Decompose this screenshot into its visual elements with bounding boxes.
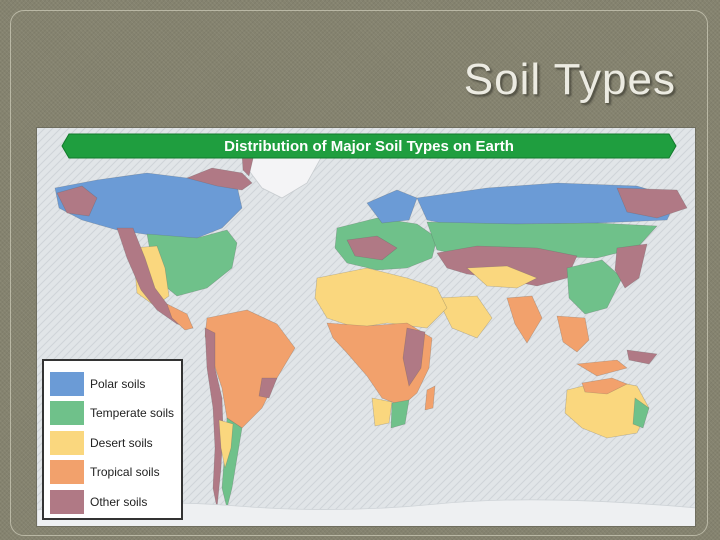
legend-label-polar-soils: Polar soils bbox=[90, 376, 146, 391]
legend-item-tropical-soils: Tropical soils bbox=[50, 458, 181, 488]
legend-swatch-tropical-soils bbox=[50, 460, 84, 485]
legend-item-temperate-soils: Temperate soils bbox=[50, 399, 181, 429]
legend-label-desert-soils: Desert soils bbox=[90, 435, 153, 450]
slide-title: Soil Types bbox=[463, 55, 676, 104]
legend-label-other-soils: Other soils bbox=[90, 494, 148, 509]
map-title: Distribution of Major Soil Types on Eart… bbox=[224, 138, 514, 155]
legend-swatch-temperate-soils bbox=[50, 401, 84, 426]
map-legend: Polar soils Temperate soils Desert soils… bbox=[42, 359, 183, 520]
legend-swatch-polar-soils bbox=[50, 371, 84, 396]
legend-item-other-soils: Other soils bbox=[50, 487, 181, 517]
legend-label-temperate-soils: Temperate soils bbox=[90, 406, 175, 421]
legend-swatch-other-soils bbox=[50, 489, 84, 514]
legend-item-polar-soils: Polar soils bbox=[50, 369, 181, 399]
legend-label-tropical-soils: Tropical soils bbox=[90, 465, 160, 480]
map-title-banner: Distribution of Major Soil Types on Eart… bbox=[61, 133, 677, 159]
legend-item-desert-soils: Desert soils bbox=[50, 428, 181, 458]
legend-swatch-desert-soils bbox=[50, 430, 84, 455]
desert-soils-southern-africa bbox=[371, 397, 393, 427]
soil-map-figure: Distribution of Major Soil Types on Eart… bbox=[36, 127, 696, 527]
